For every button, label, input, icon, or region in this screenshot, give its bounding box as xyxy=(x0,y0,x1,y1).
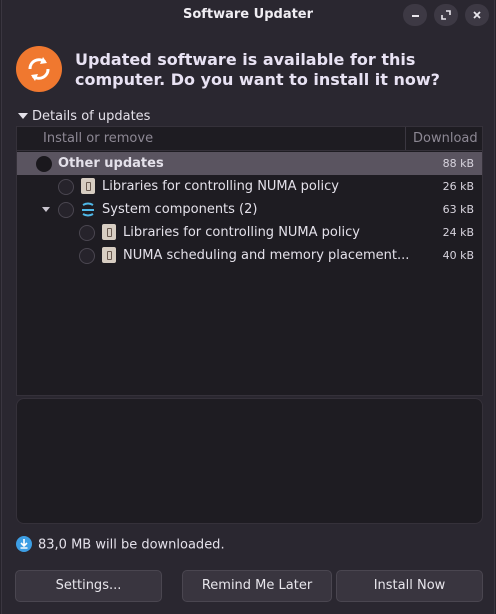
updates-tree[interactable]: Install or remove Download Other updates… xyxy=(16,126,483,396)
row-checkbox[interactable] xyxy=(36,156,52,172)
package-icon xyxy=(81,178,95,194)
tree-row[interactable]: Libraries for controlling NUMA policy 24… xyxy=(17,221,482,244)
tree-row[interactable]: NUMA scheduling and memory placement... … xyxy=(17,244,482,267)
row-size: 26 kB xyxy=(442,180,474,193)
row-label: NUMA scheduling and memory placement... xyxy=(123,248,410,263)
row-checkbox[interactable] xyxy=(58,202,74,218)
row-label: System components (2) xyxy=(102,202,258,217)
expander-label: Details of updates xyxy=(32,109,151,124)
row-size: 24 kB xyxy=(442,226,474,239)
tree-row-other-updates[interactable]: Other updates 88 kB xyxy=(17,152,482,175)
row-label: Libraries for controlling NUMA policy xyxy=(102,179,339,194)
software-updater-icon xyxy=(16,46,62,92)
download-info: 83,0 MB will be downloaded. xyxy=(16,536,225,553)
headline: Updated software is available for this c… xyxy=(75,50,440,89)
titlebar[interactable]: Software Updater xyxy=(2,0,494,30)
package-icon xyxy=(102,247,116,263)
row-checkbox[interactable] xyxy=(79,225,95,241)
row-size: 40 kB xyxy=(442,249,474,262)
tree-row-system-components[interactable]: System components (2) 63 kB xyxy=(17,198,482,221)
expand-chevron-icon[interactable] xyxy=(42,207,50,212)
description-pane xyxy=(16,398,483,524)
minimize-button[interactable] xyxy=(403,4,427,26)
tree-header: Install or remove Download xyxy=(17,127,482,151)
row-size: 88 kB xyxy=(442,157,474,170)
settings-button[interactable]: Settings... xyxy=(15,570,162,602)
row-checkbox[interactable] xyxy=(79,248,95,264)
minimize-icon xyxy=(412,15,419,17)
tree-row[interactable]: Libraries for controlling NUMA policy 26… xyxy=(17,175,482,198)
install-now-button[interactable]: Install Now xyxy=(336,570,483,602)
column-download[interactable]: Download xyxy=(405,127,482,150)
close-button[interactable] xyxy=(465,4,489,26)
close-icon xyxy=(473,11,481,19)
download-size-text: 83,0 MB will be downloaded. xyxy=(38,537,225,553)
software-updater-window: Software Updater Updated software is ava… xyxy=(1,0,495,614)
column-install[interactable]: Install or remove xyxy=(43,131,153,146)
row-checkbox[interactable] xyxy=(58,179,74,195)
details-expander[interactable]: Details of updates xyxy=(18,109,150,124)
row-size: 63 kB xyxy=(442,203,474,216)
system-components-icon xyxy=(82,202,94,217)
download-icon xyxy=(16,536,32,552)
package-icon xyxy=(102,224,116,240)
maximize-icon xyxy=(441,10,451,20)
maximize-button[interactable] xyxy=(434,4,458,26)
row-label: Other updates xyxy=(58,156,164,171)
expander-triangle-icon xyxy=(18,112,28,119)
row-label: Libraries for controlling NUMA policy xyxy=(123,225,360,240)
remind-me-later-button[interactable]: Remind Me Later xyxy=(182,570,332,602)
